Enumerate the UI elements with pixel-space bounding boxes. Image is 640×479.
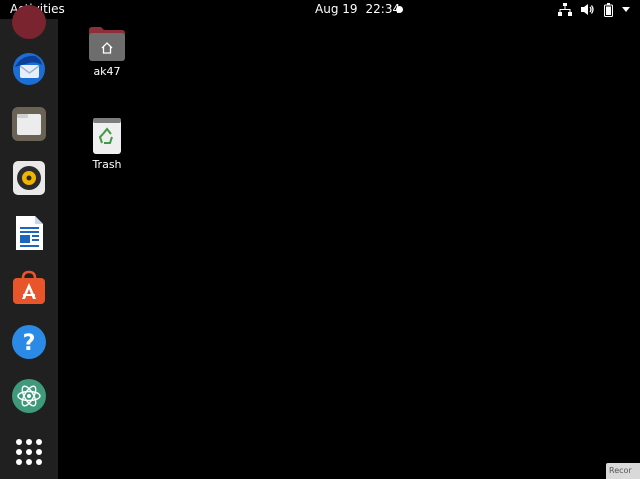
dock-item-rhythmbox[interactable] — [11, 160, 47, 196]
dock-item-atom[interactable] — [11, 378, 47, 414]
battery-icon — [604, 2, 613, 17]
svg-text:?: ? — [23, 331, 36, 356]
dock-item-software[interactable] — [11, 269, 47, 305]
home-folder-icon — [89, 27, 125, 61]
system-menu-arrow-icon — [622, 6, 630, 13]
time-label: 22:34 — [365, 2, 401, 16]
home-folder-label: ak47 — [93, 65, 121, 78]
help-icon: ? — [12, 325, 46, 359]
top-bar: Activities Aug 1922:34 — [0, 0, 640, 19]
libreoffice-writer-icon — [16, 216, 43, 250]
show-applications-button[interactable] — [11, 434, 47, 470]
dock-item-partial[interactable] — [11, 4, 47, 40]
files-icon — [12, 107, 46, 141]
rhythmbox-icon — [13, 161, 45, 195]
show-applications-icon — [16, 439, 42, 465]
dock: ? — [0, 5, 58, 479]
app-icon-partial — [12, 5, 46, 39]
date-label: Aug 19 — [315, 2, 358, 16]
desktop-home-folder[interactable]: ak47 — [77, 26, 137, 78]
desktop-trash[interactable]: Trash — [77, 117, 137, 171]
thunderbird-icon — [13, 53, 45, 85]
network-icon — [558, 3, 572, 16]
clock-button[interactable]: Aug 19 22:34 — [315, 0, 400, 19]
dock-item-writer[interactable] — [11, 215, 47, 251]
system-status-menu[interactable] — [558, 2, 630, 17]
atom-icon — [12, 379, 46, 413]
trash-icon — [93, 118, 121, 154]
volume-icon — [581, 3, 595, 16]
dock-item-files[interactable] — [11, 106, 47, 142]
notification-dot-icon — [396, 6, 403, 13]
dock-item-help[interactable]: ? — [11, 324, 47, 360]
trash-label: Trash — [92, 158, 122, 171]
dock-item-thunderbird[interactable] — [11, 51, 47, 87]
recorder-tag: Recor — [606, 463, 640, 479]
ubuntu-software-icon — [13, 270, 45, 304]
